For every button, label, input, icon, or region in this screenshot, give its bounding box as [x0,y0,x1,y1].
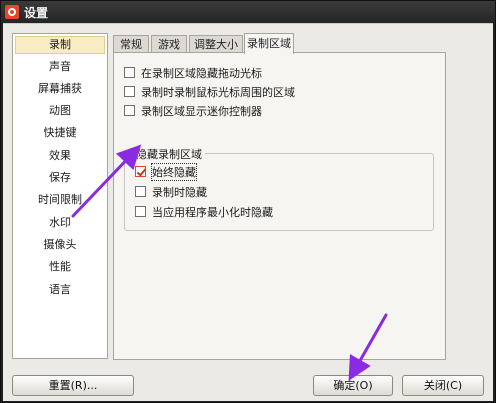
sidebar-item-screen-capture[interactable]: 屏幕捕获 [15,80,105,98]
reset-button[interactable]: 重置(R)... [12,375,134,396]
sidebar-item-gif[interactable]: 动图 [15,102,105,120]
group-title: 隐藏录制区域 [133,146,205,162]
sidebar-item-watermark[interactable]: 水印 [15,214,105,232]
ok-button[interactable]: 确定(O) [313,375,393,396]
option-show-mini-controller[interactable]: 录制区域显示迷你控制器 [124,103,262,118]
sidebar-item-language[interactable]: 语言 [15,281,105,299]
checkbox[interactable] [135,186,146,197]
checkbox[interactable] [124,67,135,78]
option-label: 当应用程序最小化时隐藏 [152,205,273,219]
checkbox[interactable] [135,206,146,217]
tab-general[interactable]: 常规 [113,35,149,53]
dialog-body: 录制 声音 屏幕捕获 动图 快捷键 效果 保存 时间限制 水印 摄像头 性能 语… [3,23,493,401]
option-label: 录制区域显示迷你控制器 [141,104,262,118]
sidebar-item-record[interactable]: 录制 [15,36,105,54]
checkbox[interactable] [124,105,135,116]
window-title: 设置 [24,5,49,20]
sidebar-item-hotkeys[interactable]: 快捷键 [15,124,105,142]
settings-category-list: 录制 声音 屏幕捕获 动图 快捷键 效果 保存 时间限制 水印 摄像头 性能 语… [12,33,108,359]
option-hide-drag-cursor[interactable]: 在录制区域隐藏拖动光标 [124,65,262,80]
settings-dialog: 设置 录制 声音 屏幕捕获 动图 快捷键 效果 保存 时间限制 水印 摄像头 性… [0,0,496,403]
sidebar-item-effects[interactable]: 效果 [15,147,105,165]
option-label: 录制时录制鼠标光标周围的区域 [141,85,295,99]
sidebar-item-performance[interactable]: 性能 [15,258,105,276]
record-area-panel: 在录制区域隐藏拖动光标 录制时录制鼠标光标周围的区域 录制区域显示迷你控制器 隐… [113,52,446,360]
title-bar[interactable]: 设置 [1,1,495,23]
checkbox-checked[interactable] [135,166,146,177]
sidebar-item-save[interactable]: 保存 [15,169,105,187]
hide-record-area-group: 隐藏录制区域 始终隐藏 录制时隐藏 当应用程序最小化时隐藏 [124,146,434,231]
option-always-hide[interactable]: 始终隐藏 [135,162,197,181]
option-hide-while-recording[interactable]: 录制时隐藏 [135,184,207,199]
option-label: 始终隐藏 [151,162,197,181]
tab-game[interactable]: 游戏 [151,35,187,53]
tab-record-area[interactable]: 录制区域 [244,33,294,54]
checkbox[interactable] [124,86,135,97]
close-button[interactable]: 关闭(C) [402,375,484,396]
option-record-around-cursor[interactable]: 录制时录制鼠标光标周围的区域 [124,84,295,99]
option-label: 录制时隐藏 [152,185,207,199]
sidebar-item-sound[interactable]: 声音 [15,58,105,76]
sidebar-item-time-limit[interactable]: 时间限制 [15,191,105,209]
option-label: 在录制区域隐藏拖动光标 [141,66,262,80]
app-record-icon [5,5,19,19]
option-hide-when-minimized[interactable]: 当应用程序最小化时隐藏 [135,204,273,219]
tab-resize[interactable]: 调整大小 [189,35,243,53]
sidebar-item-webcam[interactable]: 摄像头 [15,236,105,254]
